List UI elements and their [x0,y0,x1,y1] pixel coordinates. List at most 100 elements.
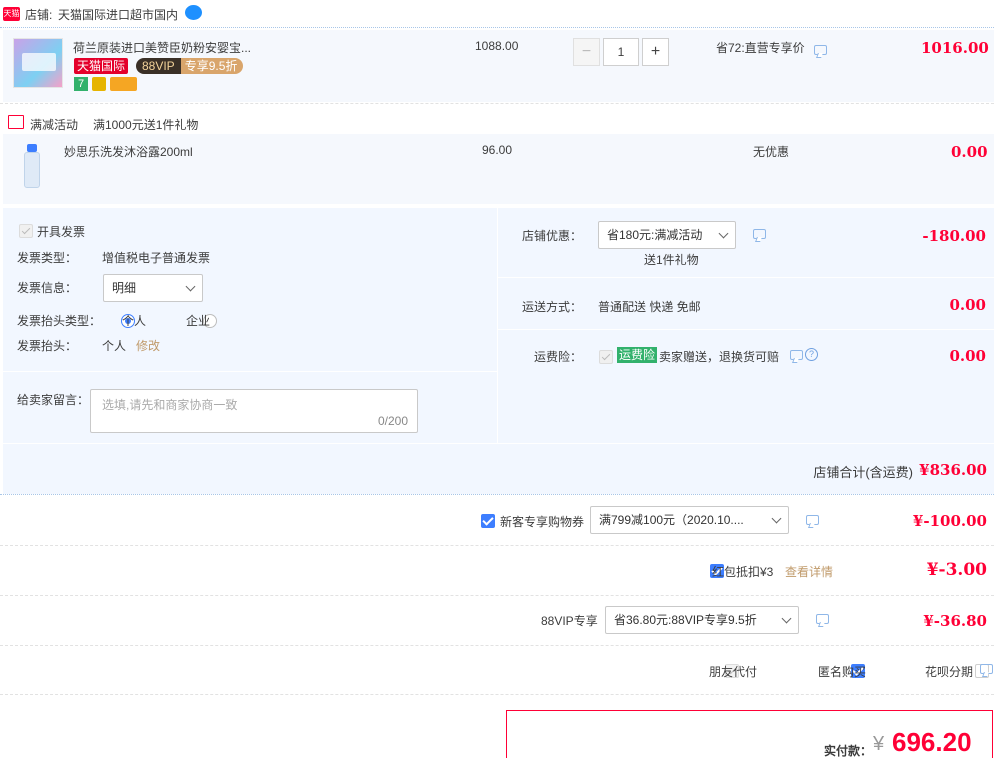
qty-increase-button[interactable]: + [642,38,669,66]
insurance-checkbox[interactable] [599,349,613,364]
message-section: 给卖家留言： 选填,请先和商家协商一致 0/200 [3,373,497,443]
friend-pay-label: 朋友代付 [709,665,758,679]
store-discount-sub: 送1件礼物 [644,253,699,267]
shipping-amount: 0.00 [949,296,986,314]
vip88-tag: 88VIP 专享9.5折 [136,58,244,74]
final-currency: ¥ [873,733,885,755]
store-discount-label: 店铺优惠： [522,229,583,243]
message-icon[interactable] [790,350,803,360]
invoice-type-label: 发票类型： [17,251,78,265]
shop-total-label: 店铺合计(含运费) [813,465,913,480]
chevron-down-icon [718,228,729,239]
coupon-select[interactable]: 满799减100元（2020.10.... [590,506,789,534]
chevron-down-icon [771,513,782,524]
message-label: 给卖家留言： [17,393,90,407]
divider [0,694,994,695]
store-discount-value: 省180元:满减活动 [607,228,703,242]
shop-label: 店铺: [25,8,53,22]
tmall-global-tag: 天猫国际 [74,58,129,74]
seven-day-return-badge: 7 [74,77,88,91]
product-thumbnail[interactable] [20,144,44,190]
product-thumbnail[interactable] [13,38,63,88]
item-row: 荷兰原装进口美赞臣奶粉安婴宝... 天猫国际 88VIP 专享9.5折 7 108… [3,30,994,102]
insurance-tag: 运费险 [617,347,658,363]
message-icon[interactable] [814,45,827,55]
message-counter: 0/200 [377,414,408,428]
vip-amount: ¥-36.80 [923,612,987,630]
help-icon[interactable]: ? [805,348,818,361]
qty-decrease-button[interactable]: − [573,38,600,66]
message-placeholder: 选填,请先和商家协商一致 [102,398,238,412]
divider [0,103,994,104]
shop-total-row: 店铺合计(含运费) ¥836.00 [3,443,994,494]
coupon-checkbox[interactable] [481,513,495,528]
gold-badge-icon [92,77,106,91]
insurance-amount: 0.00 [949,347,986,365]
redpacket-details-link[interactable]: 查看详情 [785,563,833,580]
vip88-tag-label: 88VIP [136,58,181,74]
item-promo-text: 省72:直营专享价 [716,41,805,55]
gift-icon [8,115,24,129]
unit-price: 1088.00 [475,39,519,53]
invoice-header-value: 个人 [102,339,127,353]
credit-card-icon [110,77,137,91]
invoice-edit-link[interactable]: 修改 [136,337,160,354]
qty-input[interactable]: 1 [603,38,639,66]
divider [0,595,994,596]
invoice-info-value: 明细 [112,281,137,295]
store-discount-amount: -180.00 [922,227,986,245]
shipping-value: 普通配送 快递 免邮 [598,300,701,314]
unit-price: 96.00 [482,143,513,157]
message-icon[interactable] [980,664,993,674]
header-divider [0,27,994,28]
shipping-label: 运送方式： [522,300,583,314]
message-icon[interactable] [753,229,766,239]
divider [0,645,994,646]
shop-header: 天猫 店铺: 天猫国际进口超市国内 [0,0,994,28]
activity-label: 满减活动 [30,118,79,132]
coupon-label: 新客专享购物券 [500,515,585,529]
shipping-row: 运送方式： 普通配送 快递 免邮 0.00 [498,279,994,330]
shop-name-link[interactable]: 天猫国际进口超市国内 [58,6,178,23]
activity-desc: 满1000元送1件礼物 [93,118,199,132]
insurance-row: 运费险： 运费险 卖家赠送，退换货可赔 ? 0.00 [498,331,994,443]
final-payment-box: 实付款： ¥ 696.20 [506,710,993,758]
product-title-link[interactable]: 荷兰原装进口美赞臣奶粉安婴宝... [73,39,251,56]
invoice-info-label: 发票信息： [17,281,78,295]
shop-total-amount: ¥836.00 [919,461,987,479]
invoice-checkbox[interactable] [19,223,33,238]
item-total: 0.00 [951,143,988,161]
quantity-stepper: − 1 + [573,38,669,66]
message-icon[interactable] [816,614,829,624]
invoice-header-type-label: 发票抬头类型： [17,314,102,328]
invoice-header-label: 发票抬头： [17,339,78,353]
divider [0,545,994,546]
invoice-section: 开具发票 发票类型： 增值税电子普通发票 发票信息： 明细 发票抬头类型： 个人… [3,208,497,372]
vip-select[interactable]: 省36.80元:88VIP专享9.5折 [605,606,799,634]
huabei-label: 花呗分期 [925,665,974,679]
insurance-label: 运费险： [534,350,583,364]
chevron-down-icon [781,613,792,624]
radio-company-label: 企业 [186,314,211,328]
item-total: 1016.00 [921,39,989,57]
insurance-desc: 卖家赠送，退换货可赔 [659,350,780,364]
message-textarea[interactable]: 选填,请先和商家协商一致 0/200 [90,389,418,433]
chevron-down-icon [185,281,196,292]
message-icon[interactable] [806,515,819,525]
redpacket-amount: ¥-3.00 [926,560,987,580]
wangwang-chat-icon[interactable] [185,5,202,20]
invoice-info-select[interactable]: 明细 [103,274,203,302]
product-title-link[interactable]: 妙思乐洗发沐浴露200ml [64,143,193,160]
vip-label: 88VIP专享 [541,614,598,628]
item-promo-text: 无优惠 [753,145,790,159]
vip-value: 省36.80元:88VIP专享9.5折 [614,613,757,627]
coupon-amount: ¥-100.00 [912,512,987,530]
coupon-value: 满799减100元（2020.10.... [599,513,744,527]
final-label: 实付款： [824,744,873,758]
item-row: 妙思乐洗发沐浴露200ml 96.00 无优惠 0.00 [3,134,994,204]
invoice-type-value: 增值税电子普通发票 [102,251,211,265]
anonymous-label: 匿名购买 [818,665,867,679]
store-discount-row: 店铺优惠： 省180元:满减活动 送1件礼物 -180.00 [498,208,994,278]
store-discount-select[interactable]: 省180元:满减活动 [598,221,736,249]
invoice-open-label: 开具发票 [37,225,86,239]
